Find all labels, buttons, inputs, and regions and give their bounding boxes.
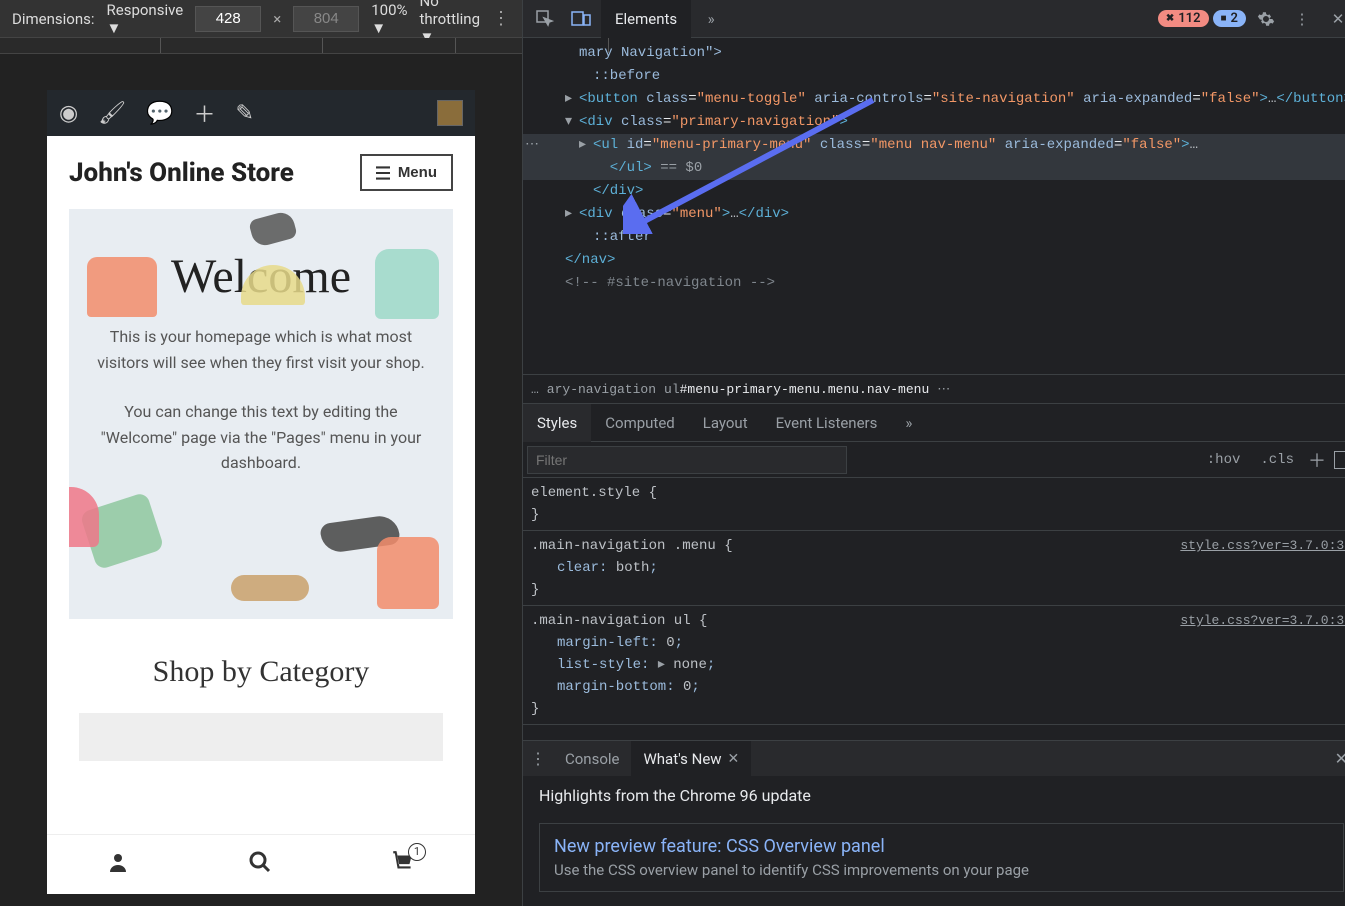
- source-link[interactable]: style.css?ver=3.7.0:31: [1180, 610, 1345, 632]
- css-rule[interactable]: style.css?ver=3.7.0:31 .main-navigation …: [523, 606, 1345, 725]
- wp-admin-bar: ◉ 🖌 💬 ＋ ✎: [47, 90, 475, 136]
- crumb-ellipsis[interactable]: …: [531, 382, 539, 397]
- width-input[interactable]: [195, 6, 261, 32]
- more-tabs-icon[interactable]: »: [695, 3, 727, 35]
- styles-tabs: Styles Computed Layout Event Listeners »: [523, 404, 1345, 442]
- kebab-icon[interactable]: ⋮: [1286, 3, 1318, 35]
- tab-computed[interactable]: Computed: [591, 404, 689, 442]
- menu-button[interactable]: Menu: [360, 154, 453, 191]
- whats-new-headline: Highlights from the Chrome 96 update: [539, 786, 1344, 805]
- dom-line[interactable]: ▸<button class="menu-toggle" aria-contro…: [523, 88, 1345, 111]
- toggle-sidebar-icon[interactable]: [1334, 451, 1345, 469]
- elements-panel[interactable]: mary Navigation"> ::before ▸<button clas…: [523, 38, 1345, 374]
- cls-toggle[interactable]: .cls: [1254, 450, 1300, 470]
- css-rule[interactable]: style.css?ver=3.7.0:31 .main-navigation …: [523, 531, 1345, 606]
- styles-body[interactable]: element.style { } style.css?ver=3.7.0:31…: [523, 478, 1345, 740]
- product-image: [248, 210, 298, 248]
- devtools-pane: Elements » 112 2 ⋮ ✕ mary Navigation"> :…: [522, 0, 1345, 906]
- tab-event-listeners[interactable]: Event Listeners: [762, 404, 892, 442]
- settings-icon[interactable]: [1250, 3, 1282, 35]
- tab-console[interactable]: Console: [553, 741, 632, 777]
- whats-new-card[interactable]: New preview feature: CSS Overview panel …: [539, 823, 1344, 892]
- dom-line[interactable]: mary Navigation">: [523, 42, 1345, 65]
- device-more-icon[interactable]: ⋮: [492, 8, 510, 29]
- add-icon[interactable]: ＋: [194, 97, 216, 129]
- close-devtools-icon[interactable]: ✕: [1322, 3, 1345, 35]
- drawer-tabs: ⋮ Console What's New ✕ ✕: [523, 740, 1345, 776]
- edit-icon[interactable]: ✎: [236, 101, 254, 126]
- crumb-ellipsis[interactable]: ⋯: [937, 382, 950, 397]
- category-card[interactable]: [79, 713, 443, 761]
- breadcrumb[interactable]: … ary-navigation ulul#menu-primary-menu.…: [523, 374, 1345, 404]
- close-drawer-icon[interactable]: ✕: [1323, 749, 1345, 768]
- comments-icon[interactable]: 💬: [146, 101, 173, 126]
- device-toolbar: Dimensions: Responsive ▼ × 100% ▼ No thr…: [0, 0, 522, 38]
- tab-layout[interactable]: Layout: [689, 404, 762, 442]
- device-mode-pane: Dimensions: Responsive ▼ × 100% ▼ No thr…: [0, 0, 522, 906]
- inspect-icon[interactable]: [529, 3, 561, 35]
- styles-toolbar: :hov .cls ＋: [523, 442, 1345, 478]
- site-header: John's Online Store Menu: [69, 154, 453, 191]
- viewport-area: ◉ 🖌 💬 ＋ ✎ John's Online Store Menu: [0, 54, 522, 906]
- hov-toggle[interactable]: :hov: [1201, 450, 1247, 470]
- dom-line[interactable]: </nav>: [523, 249, 1345, 272]
- hero: Welcome This is your homepage which is w…: [69, 209, 453, 619]
- product-image: [87, 257, 157, 317]
- issues-badge[interactable]: 2: [1213, 10, 1246, 27]
- zoom-dropdown[interactable]: 100% ▼: [371, 1, 407, 37]
- account-icon[interactable]: [106, 850, 130, 880]
- crumb-selected[interactable]: ulul#menu-primary-menu.menu.nav-menu#men…: [664, 382, 929, 397]
- drawer-body: Highlights from the Chrome 96 update New…: [523, 776, 1345, 906]
- source-link[interactable]: style.css?ver=3.7.0:31: [1180, 535, 1345, 557]
- dimensions-label: Dimensions:: [12, 10, 95, 28]
- dom-line[interactable]: ▸<div class="menu">…</div>: [523, 203, 1345, 226]
- dom-line[interactable]: ::before: [523, 65, 1345, 88]
- devtools-toolbar: Elements » 112 2 ⋮ ✕: [523, 0, 1345, 38]
- product-image: [69, 487, 99, 547]
- more-tabs-icon[interactable]: »: [891, 404, 926, 442]
- device-toggle-icon[interactable]: [565, 3, 597, 35]
- dom-line[interactable]: </div>: [523, 180, 1345, 203]
- hero-text-2: You can change this text by editing the …: [95, 399, 427, 476]
- ruler: [0, 38, 522, 54]
- new-rule-icon[interactable]: ＋: [1308, 447, 1326, 473]
- site-content: John's Online Store Menu: [47, 136, 475, 834]
- product-image: [375, 249, 439, 319]
- height-input[interactable]: [293, 6, 359, 32]
- avatar[interactable]: [437, 100, 463, 126]
- tab-styles[interactable]: Styles: [523, 404, 591, 442]
- footer-bar: 1: [47, 834, 475, 894]
- cart-icon[interactable]: 1: [390, 849, 416, 881]
- dashboard-icon[interactable]: ◉: [59, 101, 78, 126]
- card-desc: Use the CSS overview panel to identify C…: [554, 861, 1329, 879]
- product-image: [231, 575, 309, 601]
- dom-line-selected[interactable]: ⋯▸<ul id="menu-primary-menu" class="menu…: [523, 134, 1345, 180]
- hero-text-1: This is your homepage which is what most…: [95, 324, 427, 375]
- styles-filter-input[interactable]: [527, 446, 847, 474]
- crumb[interactable]: ary-navigation: [547, 382, 656, 397]
- card-title: New preview feature: CSS Overview panel: [554, 836, 1329, 857]
- hamburger-icon: [376, 166, 390, 180]
- shop-by-category-heading: Shop by Category: [69, 655, 453, 689]
- menu-label: Menu: [398, 164, 437, 181]
- drawer-menu-icon[interactable]: ⋮: [523, 749, 553, 768]
- tab-elements[interactable]: Elements: [601, 0, 691, 38]
- dimensions-dropdown[interactable]: Responsive ▼: [107, 1, 184, 37]
- css-rule[interactable]: element.style { }: [523, 478, 1345, 531]
- dimension-separator: ×: [273, 10, 281, 28]
- dom-line[interactable]: <!-- #site-navigation -->: [523, 272, 1345, 295]
- search-icon[interactable]: [248, 850, 272, 880]
- device-frame: ◉ 🖌 💬 ＋ ✎ John's Online Store Menu: [47, 90, 475, 894]
- dom-line[interactable]: ::after: [523, 226, 1345, 249]
- customize-icon[interactable]: 🖌: [98, 101, 126, 126]
- site-title[interactable]: John's Online Store: [69, 158, 294, 188]
- cart-badge: 1: [408, 843, 426, 861]
- error-badge[interactable]: 112: [1158, 10, 1209, 27]
- dom-line[interactable]: ▾<div class="primary-navigation">: [523, 111, 1345, 134]
- product-image: [377, 537, 439, 609]
- tab-whats-new[interactable]: What's New ✕: [631, 741, 751, 777]
- close-tab-icon[interactable]: ✕: [728, 751, 740, 767]
